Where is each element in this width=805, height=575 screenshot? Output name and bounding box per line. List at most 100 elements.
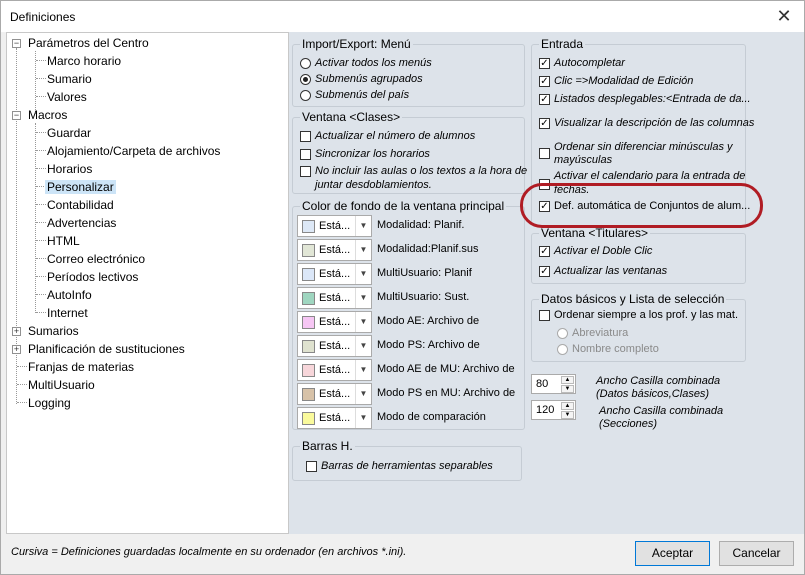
label-clic-modalidad: Clic =>Modalidad de Edición xyxy=(554,75,694,87)
label-visualizar-descripcion: Visualizar la descripción de las columna… xyxy=(554,117,755,129)
ancho-casilla-datos-spinner[interactable]: 80 ▲ ▼ xyxy=(531,374,576,394)
tree-item-alojamiento[interactable]: Alojamiento/Carpeta de archivos xyxy=(47,142,220,160)
color-combo[interactable]: Está... ▼ xyxy=(297,239,372,261)
chevron-down-icon[interactable]: ▼ xyxy=(355,240,371,260)
ventana-titulares-title: Ventana <Titulares> xyxy=(539,226,650,240)
tree-item-logging[interactable]: Logging xyxy=(28,394,71,412)
settings-tree[interactable]: − Parámetros del Centro Marco horario Su… xyxy=(6,32,289,534)
label-sincronizar: Sincronizar los horarios xyxy=(315,148,430,160)
color-swatch xyxy=(302,412,315,425)
color-combo[interactable]: Está... ▼ xyxy=(297,359,372,381)
label-no-incluir-aulas-1: No incluir las aulas o los textos a la h… xyxy=(315,165,528,177)
tree-item-guardar[interactable]: Guardar xyxy=(47,124,91,142)
tree-item-correo[interactable]: Correo electrónico xyxy=(47,250,145,268)
tree-item-franjas[interactable]: Franjas de materias xyxy=(28,358,134,376)
color-combo[interactable]: Está... ▼ xyxy=(297,311,372,333)
cancel-button[interactable]: Cancelar xyxy=(719,541,794,566)
radio-nombre-completo[interactable] xyxy=(557,344,568,355)
color-label: Modo AE: Archivo de xyxy=(377,315,480,327)
definiciones-dialog: Definiciones ✕ − Parámetros del Centro M… xyxy=(0,0,805,575)
label-activar-calendario-1: Activar el calendario para la entrada de xyxy=(554,170,746,182)
color-combo-value: Está... xyxy=(319,220,351,232)
checkbox-visualizar-descripcion[interactable]: ✓ xyxy=(539,118,550,129)
radio-activar-todos[interactable] xyxy=(300,58,311,69)
checkbox-listados-desplegables[interactable]: ✓ xyxy=(539,94,550,105)
tree-item-macros[interactable]: Macros xyxy=(28,106,67,124)
color-label: MultiUsuario: Sust. xyxy=(377,291,470,303)
spin-up-icon[interactable]: ▲ xyxy=(561,376,574,384)
color-combo[interactable]: Está... ▼ xyxy=(297,287,372,309)
tree-item-autoinfo[interactable]: AutoInfo xyxy=(47,286,92,304)
chevron-down-icon[interactable]: ▼ xyxy=(355,288,371,308)
checkbox-barras-separables[interactable] xyxy=(306,461,317,472)
chevron-down-icon[interactable]: ▼ xyxy=(355,408,371,428)
chevron-down-icon[interactable]: ▼ xyxy=(355,216,371,236)
tree-item-periodos[interactable]: Períodos lectivos xyxy=(47,268,138,286)
label-actualizar-alumnos: Actualizar el número de alumnos xyxy=(315,130,476,142)
settings-panel: Import/Export: Menú Activar todos los me… xyxy=(289,32,804,534)
accept-button[interactable]: Aceptar xyxy=(635,541,710,566)
tree-item-sumarios[interactable]: Sumarios xyxy=(28,322,79,340)
label-no-incluir-aulas-2: juntar desdoblamientos. xyxy=(315,179,432,191)
radio-submenus-pais[interactable] xyxy=(300,90,311,101)
color-combo[interactable]: Está... ▼ xyxy=(297,335,372,357)
color-combo[interactable]: Está... ▼ xyxy=(297,263,372,285)
close-icon[interactable]: ✕ xyxy=(772,4,796,28)
color-label: Modalidad: Planif. xyxy=(377,219,465,231)
tree-item-horarios[interactable]: Horarios xyxy=(47,160,92,178)
tree-item-advertencias[interactable]: Advertencias xyxy=(47,214,116,232)
chevron-down-icon[interactable]: ▼ xyxy=(355,384,371,404)
spin-down-icon[interactable]: ▼ xyxy=(561,385,574,393)
color-combo-value: Está... xyxy=(319,316,351,328)
color-combo-value: Está... xyxy=(319,292,351,304)
checkbox-autocompletar[interactable]: ✓ xyxy=(539,58,550,69)
expand-icon[interactable]: + xyxy=(12,345,21,354)
color-label: Modo PS en MU: Archivo de xyxy=(377,387,516,399)
color-combo[interactable]: Está... ▼ xyxy=(297,383,372,405)
footer-note: Cursiva = Definiciones guardadas localme… xyxy=(11,546,407,558)
tree-item-html[interactable]: HTML xyxy=(47,232,80,250)
radio-submenus-agrupados[interactable] xyxy=(300,74,311,85)
color-label: Modo de comparación xyxy=(377,411,486,423)
tree-item-multiusuario[interactable]: MultiUsuario xyxy=(28,376,95,394)
ancho-casilla-secciones-value: 120 xyxy=(536,404,555,416)
checkbox-ordenar-sin-diferenciar[interactable] xyxy=(539,148,550,159)
ancho-casilla-secciones-spinner[interactable]: 120 ▲ ▼ xyxy=(531,400,576,420)
chevron-down-icon[interactable]: ▼ xyxy=(355,336,371,356)
tree-item-contabilidad[interactable]: Contabilidad xyxy=(47,196,114,214)
checkbox-actualizar-ventanas[interactable]: ✓ xyxy=(539,266,550,277)
tree-item-parametros[interactable]: Parámetros del Centro xyxy=(28,34,149,52)
color-combo[interactable]: Está... ▼ xyxy=(297,215,372,237)
checkbox-no-incluir-aulas[interactable] xyxy=(300,166,311,177)
checkbox-sincronizar[interactable] xyxy=(300,149,311,160)
tree-item-internet[interactable]: Internet xyxy=(47,304,88,322)
checkbox-clic-modalidad[interactable]: ✓ xyxy=(539,76,550,87)
tree-item-valores[interactable]: Valores xyxy=(47,88,87,106)
collapse-icon[interactable]: − xyxy=(12,39,21,48)
color-swatch xyxy=(302,340,315,353)
chevron-down-icon[interactable]: ▼ xyxy=(355,360,371,380)
chevron-down-icon[interactable]: ▼ xyxy=(355,264,371,284)
checkbox-ordenar-siempre[interactable] xyxy=(539,310,550,321)
chevron-down-icon[interactable]: ▼ xyxy=(355,312,371,332)
color-fondo-title: Color de fondo de la ventana principal xyxy=(300,199,507,213)
spin-down-icon[interactable]: ▼ xyxy=(561,411,574,419)
tree-item-planificacion[interactable]: Planificación de sustituciones xyxy=(28,340,185,358)
label-doble-clic: Activar el Doble Clic xyxy=(554,245,653,257)
collapse-icon[interactable]: − xyxy=(12,111,21,120)
color-swatch xyxy=(302,316,315,329)
tree-item-marco-horario[interactable]: Marco horario xyxy=(47,52,121,70)
radio-abreviatura[interactable] xyxy=(557,328,568,339)
tree-item-sumario[interactable]: Sumario xyxy=(47,70,92,88)
barras-title: Barras H. xyxy=(300,439,355,453)
spin-up-icon[interactable]: ▲ xyxy=(561,402,574,410)
color-swatch xyxy=(302,220,315,233)
color-combo[interactable]: Está... ▼ xyxy=(297,407,372,429)
ventana-clases-group: Ventana <Clases> Actualizar el número de… xyxy=(292,110,528,194)
label-autocompletar: Autocompletar xyxy=(554,57,625,69)
checkbox-actualizar-alumnos[interactable] xyxy=(300,131,311,142)
checkbox-doble-clic[interactable]: ✓ xyxy=(539,246,550,257)
tree-item-personalizar[interactable]: Personalizar xyxy=(45,178,116,196)
color-label: Modalidad:Planif.sus xyxy=(377,243,479,255)
expand-icon[interactable]: + xyxy=(12,327,21,336)
